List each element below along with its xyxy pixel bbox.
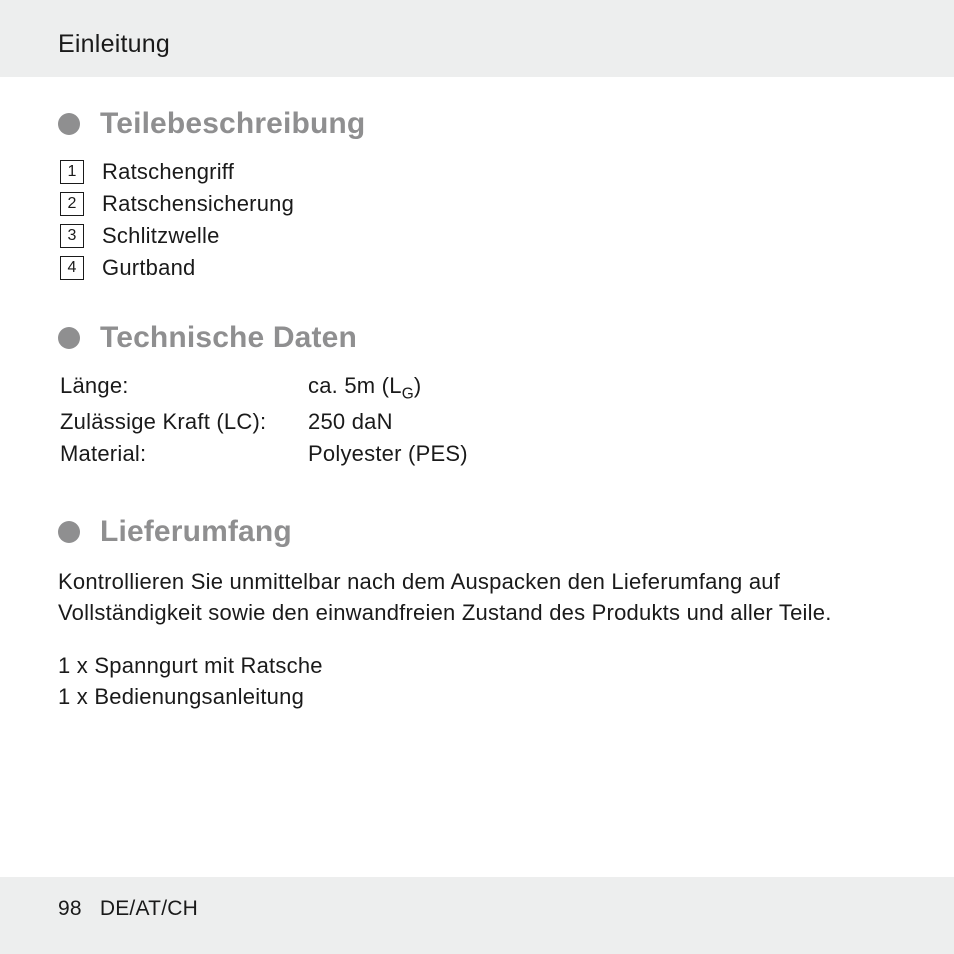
heading-scope: Lieferumfang <box>100 515 292 549</box>
part-label: Ratschensicherung <box>102 191 294 217</box>
section-title-specs: Technische Daten <box>58 321 896 355</box>
scope-list: 1 x Spanngurt mit Ratsche 1 x Bedienungs… <box>58 650 896 712</box>
page-body: Teilebeschreibung 1 Ratschengriff 2 Rats… <box>0 77 954 877</box>
spec-value-text: ) <box>414 373 422 398</box>
part-label: Ratschengriff <box>102 159 234 185</box>
spec-value-subscript: G <box>402 385 414 402</box>
spec-value: ca. 5m (LG) <box>308 373 421 403</box>
heading-specs: Technische Daten <box>100 321 357 355</box>
spec-value-text: ca. 5m (L <box>308 373 402 398</box>
table-row: Länge: ca. 5m (LG) <box>60 373 896 403</box>
list-item: 1 Ratschengriff <box>60 159 896 185</box>
section-title-parts: Teilebeschreibung <box>58 107 896 141</box>
list-item: 2 Ratschensicherung <box>60 191 896 217</box>
page-footer: 98 DE/AT/CH <box>0 877 954 921</box>
callout-number: 4 <box>60 256 84 280</box>
spec-value: 250 daN <box>308 409 393 435</box>
page-header: Einleitung <box>0 0 954 77</box>
table-row: Zulässige Kraft (LC): 250 daN <box>60 409 896 435</box>
parts-list: 1 Ratschengriff 2 Ratschensicherung 3 Sc… <box>60 159 896 281</box>
list-item: 1 x Spanngurt mit Ratsche <box>58 650 896 681</box>
callout-number: 3 <box>60 224 84 248</box>
bullet-icon <box>58 521 80 543</box>
list-item: 1 x Bedienungsanleitung <box>58 681 896 712</box>
callout-number: 1 <box>60 160 84 184</box>
locale-code: DE/AT/CH <box>100 897 198 921</box>
spec-key: Zulässige Kraft (LC): <box>60 409 308 435</box>
part-label: Gurtband <box>102 255 196 281</box>
scope-paragraph: Kontrollieren Sie unmittelbar nach dem A… <box>58 567 896 628</box>
specs-table: Länge: ca. 5m (LG) Zulässige Kraft (LC):… <box>60 373 896 467</box>
bullet-icon <box>58 327 80 349</box>
section-title-scope: Lieferumfang <box>58 515 896 549</box>
spec-key: Material: <box>60 441 308 467</box>
list-item: 3 Schlitzwelle <box>60 223 896 249</box>
spec-value: Polyester (PES) <box>308 441 468 467</box>
heading-parts: Teilebeschreibung <box>100 107 365 141</box>
part-label: Schlitzwelle <box>102 223 220 249</box>
callout-number: 2 <box>60 192 84 216</box>
table-row: Material: Polyester (PES) <box>60 441 896 467</box>
page-number: 98 <box>58 897 82 921</box>
bullet-icon <box>58 113 80 135</box>
list-item: 4 Gurtband <box>60 255 896 281</box>
spec-key: Länge: <box>60 373 308 403</box>
